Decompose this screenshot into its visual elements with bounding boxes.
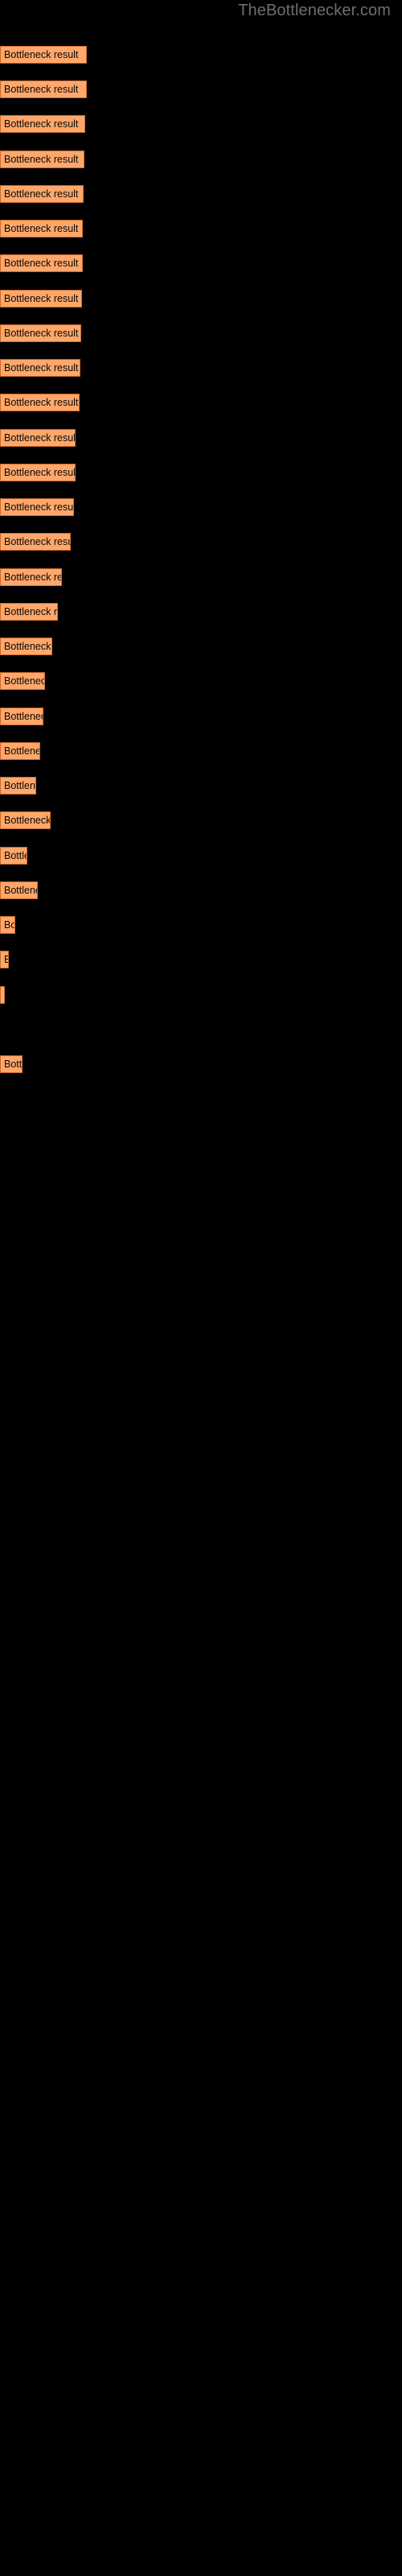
bar-row: Bottleneck result [0,429,402,447]
bar-21[interactable]: Bottleneck result [0,742,40,760]
bar-28[interactable]: Bottleneck result [0,986,5,1004]
bar-label: Bottleneck result [4,675,44,687]
bar-1[interactable]: Bottleneck result [0,46,87,64]
bar-25[interactable]: Bottleneck result [0,881,38,899]
bar-8[interactable]: Bottleneck result [0,290,82,308]
bar-row: Bottleneck result [0,498,402,516]
bar-row: Bottleneck result [0,708,402,725]
bar-label: Bottleneck result [4,118,79,130]
bar-row: Bottleneck result [0,672,402,690]
bar-list: Bottleneck result Bottleneck result Bottle… [0,0,402,2576]
bar-row: Bottleneck result [0,394,402,411]
bar-row: Bottleneck result [0,811,402,829]
bar-18[interactable]: Bottleneck result [0,638,52,655]
bar-row: Bottleneck result [0,1055,402,1073]
bar-13[interactable]: Bottleneck result [0,464,76,481]
bar-label: Bottleneck result [4,780,35,791]
bar-10[interactable]: Bottleneck result [0,359,80,377]
bar-row: Bottleneck result [0,80,402,98]
bar-label: Bottleneck result [4,572,61,583]
bar-row: Bottleneck result [0,1021,402,1038]
bar-row: Bottleneck result [0,254,402,272]
bar-row: Bottleneck result [0,324,402,342]
bar-23[interactable]: Bottleneck result [0,811,51,829]
bar-row: Bottleneck result [0,185,402,203]
bar-label: Bottleneck result [4,49,79,60]
bar-label: Bottleneck result [4,432,76,444]
bar-row: Bottleneck result [0,359,402,377]
bar-row: Bottleneck result [0,742,402,760]
bar-label: Bottleneck result [4,328,79,339]
bottleneck-chart: TheBottlenecker.com Bottleneck result Bot… [0,0,402,2576]
bar-label: Bottleneck result [4,850,27,861]
bar-row: Bottleneck result [0,464,402,481]
bar-row: Bottleneck result [0,638,402,655]
bar-24[interactable]: Bottleneck result [0,847,27,865]
bar-19[interactable]: Bottleneck result [0,672,45,690]
bar-label: Bottleneck result [4,606,58,617]
bar-7[interactable]: Bottleneck result [0,254,83,272]
bar-label: Bottleneck result [4,711,43,722]
bar-row: Bottleneck result [0,151,402,168]
bar-label: Bottleneck result [4,536,70,547]
bar-22[interactable]: Bottleneck result [0,777,36,795]
bar-label: Bottleneck result [4,989,5,1001]
bar-label: Bottleneck result [4,397,79,408]
bar-9[interactable]: Bottleneck result [0,324,81,342]
bar-row: Bottleneck result [0,220,402,237]
bar-row: Bottleneck result [0,115,402,133]
bar-row: Bottleneck result [0,568,402,586]
bar-5[interactable]: Bottleneck result [0,185,84,203]
bar-label: Bottleneck result [4,815,51,826]
bar-14[interactable]: Bottleneck result [0,498,74,516]
bar-26[interactable]: Bottleneck result [0,916,15,934]
bar-row: Bottleneck result [0,881,402,899]
bar-row: Bottleneck result [0,847,402,865]
bar-label: Bottleneck result [4,362,79,374]
bar-row: Bottleneck result [0,603,402,621]
bar-4[interactable]: Bottleneck result [0,151,84,168]
bar-27[interactable]: Bottleneck result [0,951,9,968]
bar-16[interactable]: Bottleneck result [0,568,62,586]
bar-15[interactable]: Bottleneck result [0,533,71,551]
bar-row: Bottleneck result [0,986,402,1004]
bar-6[interactable]: Bottleneck result [0,220,83,237]
bar-3[interactable]: Bottleneck result [0,115,85,133]
bar-label: Bottleneck result [4,188,79,200]
bar-label: Bottleneck result [4,885,37,896]
bar-row: Bottleneck result [0,777,402,795]
bar-label: Bottleneck result [4,1059,23,1070]
bar-11[interactable]: Bottleneck result [0,394,80,411]
bar-label: Bottleneck result [4,467,76,478]
bar-20[interactable]: Bottleneck result [0,708,43,725]
bar-label: Bottleneck result [4,154,79,165]
bar-2[interactable]: Bottleneck result [0,80,87,98]
bar-label: Bottleneck result [4,84,79,95]
bar-12[interactable]: Bottleneck result [0,429,76,447]
bar-row: Bottleneck result [0,533,402,551]
bar-row: Bottleneck result [0,290,402,308]
bar-label: Bottleneck result [4,502,74,513]
bar-17[interactable]: Bottleneck result [0,603,58,621]
bar-row: Bottleneck result [0,951,402,968]
bar-label: Bottleneck result [4,745,39,757]
bar-label: Bottleneck result [4,919,15,931]
bar-row: Bottleneck result [0,916,402,934]
bar-label: Bottleneck result [4,954,8,965]
bar-label: Bottleneck result [4,293,79,304]
bar-row: Bottleneck result [0,46,402,64]
bar-label: Bottleneck result [4,223,79,234]
bar-label: Bottleneck result [4,641,51,652]
bar-label: Bottleneck result [4,258,79,269]
bar-30[interactable]: Bottleneck result [0,1055,23,1073]
